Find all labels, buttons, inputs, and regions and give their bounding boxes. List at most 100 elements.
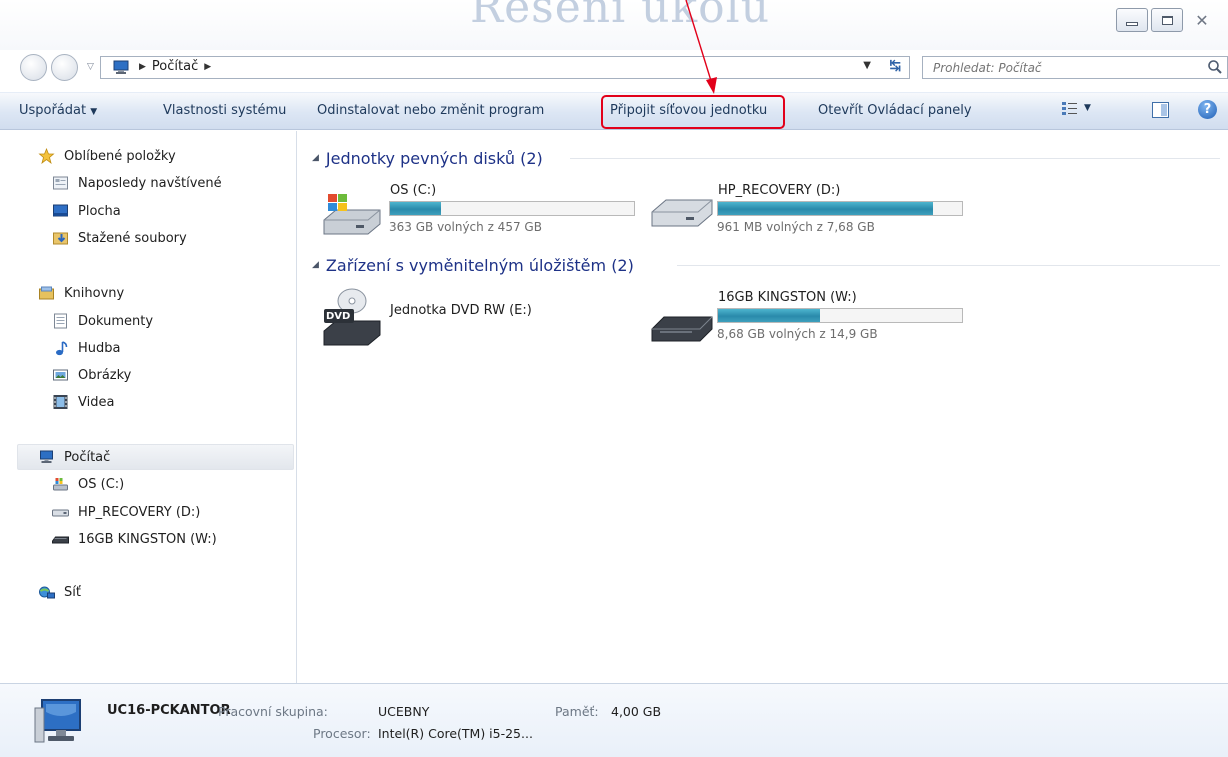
minimize-icon [1126,22,1138,26]
annotation-arrow [685,0,717,94]
breadcrumb-arrow-icon[interactable]: ▶ [139,62,146,72]
videos-icon [53,395,68,409]
drive-free-space: 363 GB volných z 457 GB [389,220,542,234]
recent-pages-dropdown-icon[interactable]: ▽ [87,62,94,72]
search-input[interactable] [931,60,1191,76]
group-title: Jednotky pevných disků (2) [325,148,543,168]
drive-usage-bar [717,308,963,323]
recent-places-icon [53,176,68,190]
back-button[interactable] [20,54,47,81]
open-control-panel-button[interactable]: Otevřít Ovládací panely [818,103,972,118]
close-button[interactable]: ✕ [1186,8,1218,32]
sidebar-item-label: OS (C:) [78,476,125,492]
sidebar-item-documents[interactable]: Dokumenty [0,310,294,332]
address-dropdown-icon[interactable]: ▼ [863,60,871,71]
processor-label: Procesor: [313,726,371,741]
sidebar-item-downloads[interactable]: Stažené soubory [0,227,294,249]
sidebar-item-computer[interactable]: Počítač [17,444,294,470]
sidebar-item-music[interactable]: Hudba [0,337,294,359]
breadcrumb-arrow-icon[interactable]: ▶ [204,62,211,72]
minimize-button[interactable] [1116,8,1148,32]
sidebar-item-label: Hudba [78,340,121,356]
drive-tile-w[interactable]: 16GB KINGSTON (W:) 8,68 GB volných z 14,… [650,287,970,347]
maximize-icon [1161,15,1173,25]
workgroup-label: Pracovní skupina: [218,704,328,719]
system-drive-icon [53,478,68,491]
network-icon [39,586,55,599]
sidebar-item-pictures[interactable]: Obrázky [0,364,294,386]
navigation-row: ▽ ▶ Počítač ▶ ▼ ↹ [0,50,1228,86]
sidebar-item-recent[interactable]: Naposledy navštívené [0,172,294,194]
search-box[interactable] [922,56,1228,79]
group-title: Zařízení s vyměnitelným úložištěm (2) [325,255,634,275]
memory-label: Paměť: [555,704,599,719]
organize-button[interactable]: Uspořádat ▼ [19,103,97,118]
chevron-down-icon: ▼ [90,107,98,117]
forward-button[interactable] [51,54,78,81]
view-options-icon [1062,102,1077,115]
memory-value: 4,00 GB [611,704,662,719]
sidebar-item-libraries[interactable]: Knihovny [0,282,294,304]
system-drive-icon [323,194,381,235]
sidebar-item-label: 16GB KINGSTON (W:) [78,531,217,547]
sidebar-item-drive-w[interactable]: 16GB KINGSTON (W:) [0,528,294,550]
computer-icon [34,699,81,743]
dvd-badge: DVD [326,311,351,322]
sidebar-item-label: Stažené soubory [78,230,187,246]
collapse-triangle-icon[interactable]: ◢ [312,260,319,270]
content-pane: ◢ Jednotky pevných disků (2) OS (C:) 363… [298,131,1228,683]
libraries-icon [39,286,54,300]
maximize-button[interactable] [1151,8,1183,32]
help-button[interactable]: ? [1198,100,1217,119]
desktop-icon [53,204,68,217]
drive-name: OS (C:) [390,183,437,198]
drive-free-space: 8,68 GB volných z 14,9 GB [717,327,878,341]
usb-drive-icon [651,316,713,342]
computer-name: UC16-PCKANTOR [107,703,231,718]
annotation-highlight-box [601,95,785,129]
sidebar-item-label: Počítač [64,449,111,465]
drive-tile-e[interactable]: DVD Jednotka DVD RW (E:) [322,287,642,347]
sidebar-item-drive-c[interactable]: OS (C:) [0,473,294,495]
sidebar-item-label: Dokumenty [78,313,154,329]
search-icon[interactable] [1207,59,1223,75]
organize-label: Uspořádat [19,103,87,118]
downloads-folder-icon [53,232,68,245]
drive-name: HP_RECOVERY (D:) [718,183,841,198]
sidebar-item-label: Plocha [78,203,121,219]
sidebar-item-network[interactable]: Síť [0,581,294,603]
uninstall-program-button[interactable]: Odinstalovat nebo změnit program [317,103,544,118]
breadcrumb-item-computer[interactable]: Počítač [152,59,198,74]
details-pane: UC16-PCKANTOR Pracovní skupina: UCEBNY P… [0,683,1228,757]
sidebar-item-label: Naposledy navštívené [78,175,222,191]
chevron-down-icon: ▼ [1084,103,1091,113]
collapse-triangle-icon[interactable]: ◢ [312,153,319,163]
navigation-pane: Oblíbené položky Naposledy navštívené Pl… [0,131,297,683]
group-divider [570,158,1220,159]
music-note-icon [56,341,68,356]
group-header-hard-drives[interactable]: ◢ Jednotky pevných disků (2) [312,146,1220,170]
group-header-removable[interactable]: ◢ Zařízení s vyměnitelným úložištěm (2) [312,253,1220,277]
computer-icon [113,60,129,74]
system-properties-button[interactable]: Vlastnosti systému [163,103,286,118]
sidebar-item-drive-d[interactable]: HP_RECOVERY (D:) [0,501,294,523]
drive-name: 16GB KINGSTON (W:) [718,290,857,305]
refresh-icon[interactable]: ↹ [889,58,901,74]
hard-drive-icon [52,509,69,517]
background-title: Řešení úkolu [470,0,771,33]
sidebar-item-videos[interactable]: Videa [0,391,294,413]
hard-drive-icon [651,199,713,227]
drive-usage-fill [718,309,821,322]
preview-pane-button[interactable] [1152,102,1169,118]
group-divider [677,265,1220,266]
sidebar-item-desktop[interactable]: Plocha [0,200,294,222]
drive-tile-c[interactable]: OS (C:) 363 GB volných z 457 GB [322,180,642,236]
drive-tile-d[interactable]: HP_RECOVERY (D:) 961 MB volných z 7,68 G… [650,180,970,236]
change-view-button[interactable]: ▼ [1062,101,1091,115]
sidebar-item-favorites[interactable]: Oblíbené položky [0,145,294,167]
breadcrumb: ▶ Počítač ▶ [139,59,211,74]
star-icon [38,148,55,164]
address-bar[interactable]: ▶ Počítač ▶ ▼ ↹ [100,56,910,79]
drive-usage-bar [389,201,635,216]
sidebar-item-label: HP_RECOVERY (D:) [78,504,201,520]
